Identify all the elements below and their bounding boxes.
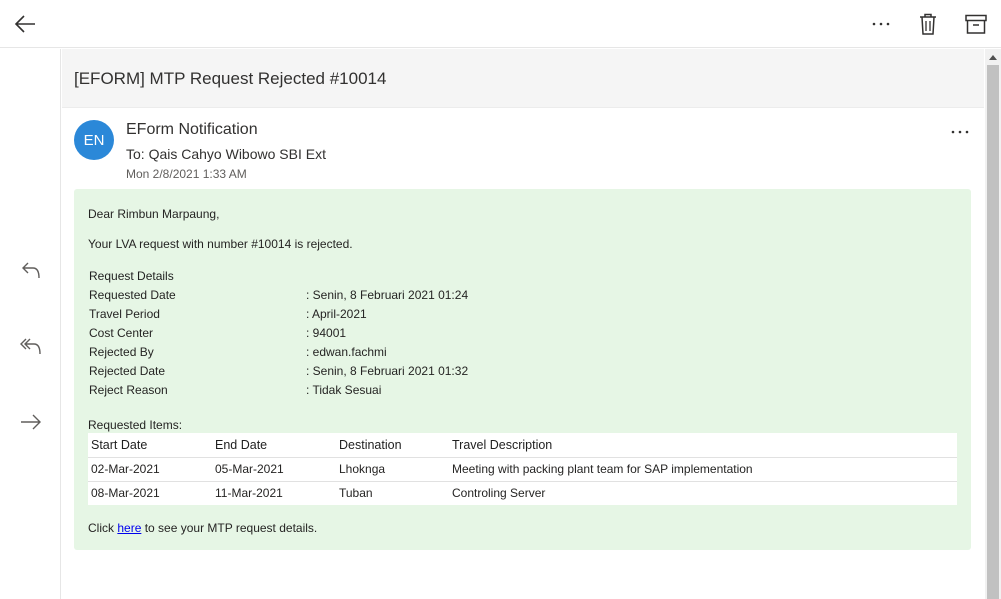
trash-icon <box>920 13 936 35</box>
table-cell: Tuban <box>339 486 373 501</box>
items-table: Start Date End Date Destination Travel D… <box>88 433 957 505</box>
details-link-line: Click here to see your MTP request detai… <box>88 521 317 535</box>
sender-name[interactable]: EForm Notification <box>126 121 258 139</box>
items-heading: Requested Items: <box>88 418 183 432</box>
action-rail <box>0 49 61 599</box>
avatar[interactable]: EN <box>74 120 114 160</box>
column-header: Travel Description <box>449 433 957 458</box>
reply-all-button[interactable] <box>15 331 47 361</box>
archive-button[interactable] <box>961 10 991 38</box>
ellipsis-icon <box>872 22 890 26</box>
message-pane: EN EForm Notification To: Qais Cahyo Wib… <box>62 108 984 599</box>
table-row: 02-Mar-2021 05-Mar-2021 Lhoknga Meeting … <box>88 457 957 482</box>
detail-value: : 94001 <box>306 326 347 340</box>
detail-label: Rejected By <box>89 345 154 359</box>
subject-bar: [EFORM] MTP Request Rejected #10014 <box>62 49 984 108</box>
details-heading: Request Details <box>89 269 174 283</box>
vertical-scrollbar[interactable] <box>985 49 1001 599</box>
table-row: 08-Mar-2021 11-Mar-2021 Tuban Controling… <box>88 481 957 505</box>
archive-icon <box>965 14 987 34</box>
arrow-left-icon <box>14 15 35 33</box>
reply-all-icon <box>20 338 41 355</box>
column-header: End Date <box>212 433 336 458</box>
link-prefix-text: Click <box>88 521 118 535</box>
table-cell: 05-Mar-2021 <box>212 457 336 482</box>
more-actions-button[interactable] <box>866 10 896 38</box>
delete-button[interactable] <box>913 10 943 38</box>
detail-label: Rejected Date <box>89 364 166 378</box>
forward-button[interactable] <box>15 407 47 437</box>
column-header: Start Date <box>88 433 212 458</box>
table-cell: Controling Server <box>452 486 546 501</box>
table-cell: Lhoknga <box>336 457 449 482</box>
detail-label: Reject Reason <box>89 383 168 397</box>
scroll-up-button[interactable] <box>985 51 1001 63</box>
detail-value: : April-2021 <box>306 307 367 321</box>
recipient-line: To: Qais Cahyo Wibowo SBI Ext <box>126 146 326 162</box>
detail-value: : edwan.fachmi <box>306 345 387 359</box>
caret-up-icon <box>989 54 997 60</box>
column-header: Destination <box>336 433 449 458</box>
forward-icon <box>21 414 41 430</box>
detail-value: : Senin, 8 Februari 2021 01:24 <box>306 288 469 302</box>
detail-label: Cost Center <box>89 326 154 340</box>
detail-value: : Senin, 8 Februari 2021 01:32 <box>306 364 469 378</box>
reply-icon <box>22 262 40 279</box>
top-toolbar <box>0 0 1001 48</box>
table-cell: 02-Mar-2021 <box>88 457 212 482</box>
detail-label: Travel Period <box>89 307 160 321</box>
reply-button[interactable] <box>15 255 47 285</box>
detail-label: Requested Date <box>89 288 176 302</box>
link-suffix-text: to see your MTP request details. <box>141 521 318 535</box>
detail-value: : Tidak Sesuai <box>306 383 382 397</box>
scrollbar-thumb[interactable] <box>987 65 999 599</box>
here-link[interactable]: here <box>117 521 141 535</box>
table-cell: 11-Mar-2021 <box>215 486 283 501</box>
ellipsis-icon <box>951 130 969 134</box>
email-subject: [EFORM] MTP Request Rejected #10014 <box>74 69 387 88</box>
message-date: Mon 2/8/2021 1:33 AM <box>126 167 247 181</box>
table-header-row: Start Date End Date Destination Travel D… <box>88 433 957 458</box>
rejection-text: Your LVA request with number #10014 is r… <box>88 237 353 251</box>
table-cell: Meeting with packing plant team for SAP … <box>449 457 957 482</box>
back-button[interactable] <box>10 10 40 38</box>
message-body: Dear Rimbun Marpaung, Your LVA request w… <box>74 189 971 550</box>
greeting-text: Dear Rimbun Marpaung, <box>88 207 220 221</box>
table-cell: 08-Mar-2021 <box>91 486 160 501</box>
message-more-button[interactable] <box>945 120 975 144</box>
